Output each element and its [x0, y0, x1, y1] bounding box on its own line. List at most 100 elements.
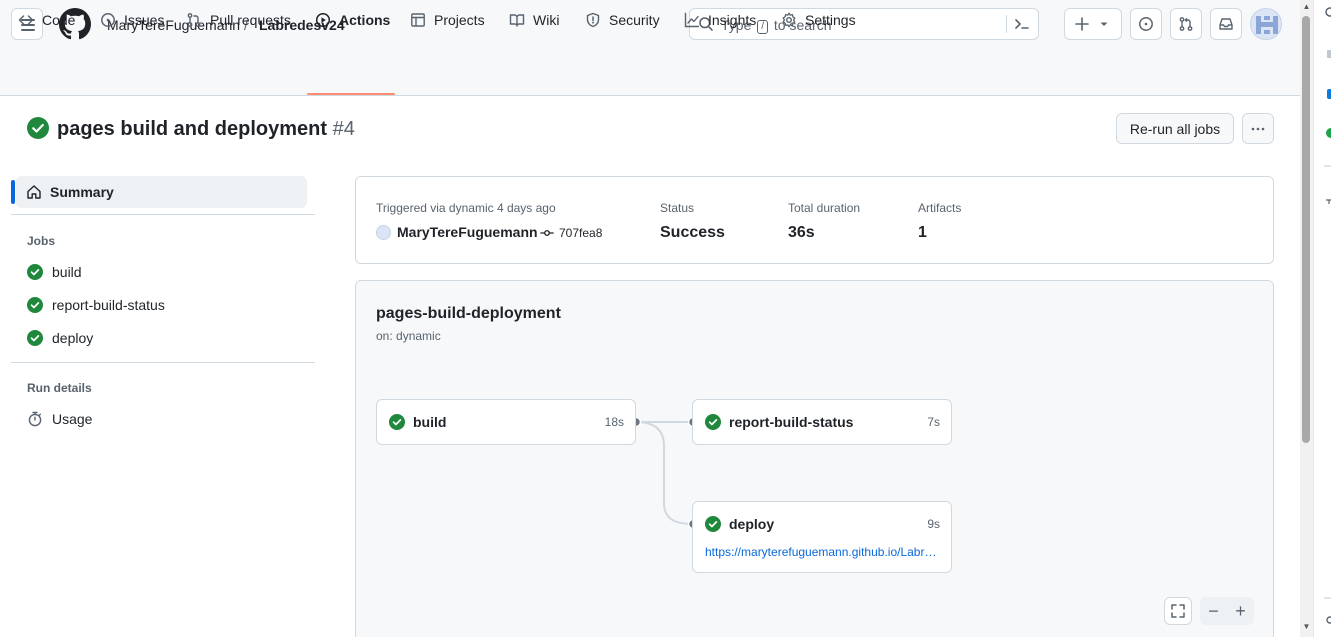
duration-value: 36s: [788, 224, 815, 241]
sidebar-summary-label: Summary: [50, 184, 114, 200]
duration-label: Total duration: [788, 201, 861, 215]
check-circle-fill-icon: [705, 414, 721, 430]
tab-wiki[interactable]: Wiki: [509, 0, 559, 40]
inbox-button[interactable]: [1210, 8, 1242, 40]
check-circle-fill-icon: [27, 264, 43, 280]
sidebar-divider: [11, 214, 315, 215]
pull-requests-button[interactable]: [1170, 8, 1202, 40]
actor-name: MaryTereFuguemann: [397, 224, 538, 240]
scroll-up-arrow-icon[interactable]: ▲: [1302, 3, 1311, 11]
git-pull-request-icon: [1179, 17, 1193, 31]
issue-icon: [101, 13, 115, 27]
pull-request-icon: [187, 13, 201, 27]
job-name: report-build-status: [729, 414, 854, 430]
tab-pull-requests[interactable]: Pull requests: [186, 0, 291, 40]
job-node-deploy[interactable]: deploy 9s https://maryterefuguemann.gith…: [692, 501, 952, 573]
chevron-down-icon: [1100, 22, 1108, 26]
commit-sha: 707fea8: [559, 226, 603, 240]
run-summary-card: Triggered via dynamic 4 days ago MaryTer…: [355, 176, 1274, 264]
tab-actions[interactable]: Actions: [315, 0, 390, 40]
tab-code[interactable]: Code: [18, 0, 75, 40]
command-palette-icon[interactable]: [1013, 15, 1031, 33]
check-circle-fill-icon: [27, 117, 49, 139]
graph-icon: [684, 12, 700, 28]
job-name: deploy: [729, 516, 775, 532]
git-commit-icon: [540, 230, 554, 236]
sidebar-jobs-heading: Jobs: [27, 234, 56, 248]
tab-wiki-label: Wiki: [533, 12, 560, 28]
status-label: Status: [660, 201, 695, 215]
commit-link[interactable]: 707fea8: [540, 226, 602, 240]
sidebar-item-deploy[interactable]: deploy: [27, 328, 93, 348]
sidebar-run-details-heading: Run details: [27, 381, 92, 395]
artifacts-value[interactable]: 1: [918, 224, 927, 242]
actor-avatar: [376, 224, 391, 240]
plus-icon: [1075, 17, 1089, 31]
screen-full-icon: [1171, 604, 1185, 618]
deploy-url-link[interactable]: https://maryterefuguemann.github.io/Labr…: [705, 545, 939, 559]
job-node-report-build-status[interactable]: report-build-status 7s: [692, 399, 952, 445]
sidebar-item-usage[interactable]: Usage: [27, 409, 92, 429]
job-name: build: [413, 414, 447, 430]
tab-insights-label: Insights: [708, 12, 757, 28]
tab-security-label: Security: [609, 12, 660, 28]
tab-security[interactable]: Security: [585, 0, 660, 40]
job-node-build[interactable]: build 18s: [376, 399, 636, 445]
actor[interactable]: MaryTereFuguemann: [376, 224, 538, 240]
selected-tab-indicator: [307, 93, 395, 95]
sidebar-usage-label: Usage: [52, 411, 93, 427]
artifacts-label: Artifacts: [918, 201, 962, 215]
check-circle-fill-icon: [27, 330, 43, 346]
sidebar-item-report-build-status[interactable]: report-build-status: [27, 295, 165, 315]
run-title: pages build and deployment: [57, 118, 328, 140]
sidebar-item-summary[interactable]: Summary: [11, 176, 307, 208]
zoom-in-button[interactable]: +: [1235, 601, 1246, 622]
scroll-down-arrow-icon[interactable]: ▼: [1302, 623, 1311, 631]
selected-indicator: [11, 180, 15, 204]
tab-actions-label: Actions: [339, 12, 391, 28]
sidebar-job-label: deploy: [52, 330, 94, 346]
app-header: MaryTereFuguemann / Labredesv24 Type / t…: [0, 0, 1300, 96]
avatar[interactable]: [1250, 8, 1282, 40]
job-duration: 18s: [604, 415, 624, 429]
stopwatch-icon: [28, 411, 42, 427]
issues-button[interactable]: [1130, 8, 1162, 40]
job-duration: 9s: [927, 517, 940, 531]
job-duration: 7s: [927, 415, 940, 429]
tab-issues[interactable]: Issues: [100, 0, 164, 40]
create-new-button[interactable]: [1064, 8, 1122, 40]
kebab-horizontal-icon: [1251, 127, 1265, 130]
play-icon: [315, 12, 331, 28]
tab-settings-label: Settings: [805, 12, 856, 28]
zoom-out-button[interactable]: −: [1208, 601, 1219, 622]
inbox-icon: [1219, 18, 1233, 30]
triggered-label: Triggered via dynamic 4 days ago: [376, 201, 556, 215]
tab-settings[interactable]: Settings: [781, 0, 856, 40]
issue-opened-icon: [1139, 17, 1153, 31]
book-icon: [509, 14, 525, 27]
sidebar-item-build[interactable]: build: [27, 262, 82, 282]
side-panel-icons: [1324, 7, 1331, 624]
more-options-button[interactable]: [1242, 113, 1274, 144]
shield-icon: [586, 12, 600, 28]
tab-issues-label: Issues: [124, 12, 165, 28]
sidebar-job-label: build: [52, 264, 82, 280]
page-title: pages build and deployment #4: [57, 117, 355, 141]
table-icon: [411, 13, 425, 27]
workflow-graph: pages-build-deployment on: dynamic build…: [355, 280, 1274, 637]
check-circle-fill-icon: [389, 414, 405, 430]
check-circle-fill-icon: [27, 297, 43, 313]
identicon-icon: [1256, 16, 1278, 34]
zoom-controls: − +: [1200, 597, 1254, 625]
tab-code-label: Code: [42, 12, 76, 28]
check-circle-fill-icon: [705, 516, 721, 532]
fullscreen-button[interactable]: [1164, 597, 1192, 625]
sidebar-job-label: report-build-status: [52, 297, 165, 313]
home-icon: [27, 185, 41, 199]
scrollbar-thumb[interactable]: [1302, 16, 1310, 443]
tab-projects[interactable]: Projects: [410, 0, 485, 40]
tab-insights[interactable]: Insights: [684, 0, 756, 40]
rerun-all-jobs-button[interactable]: Re-run all jobs: [1116, 113, 1234, 144]
search-divider: [1006, 15, 1007, 33]
code-icon: [18, 15, 34, 25]
